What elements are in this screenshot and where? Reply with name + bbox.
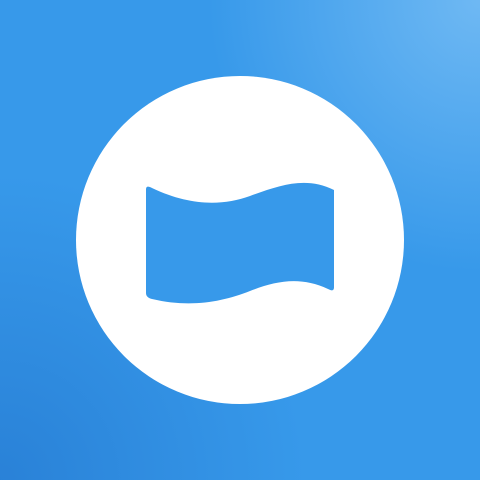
flag-shape xyxy=(146,182,334,304)
flag-icon xyxy=(146,182,334,304)
app-icon[interactable] xyxy=(0,0,480,480)
